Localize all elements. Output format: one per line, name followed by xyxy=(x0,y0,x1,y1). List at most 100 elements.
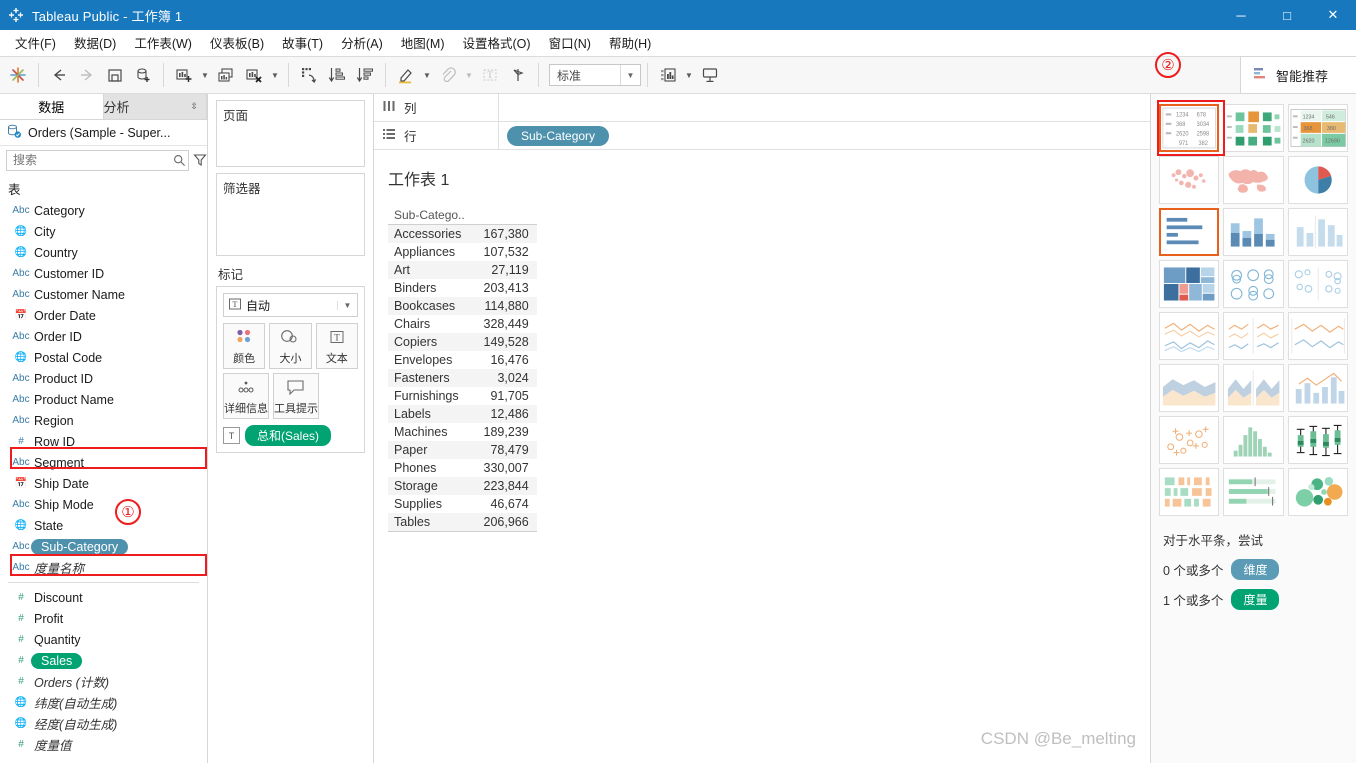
search-input[interactable] xyxy=(7,152,170,168)
sort-ascending-icon[interactable] xyxy=(323,60,351,90)
presentation-mode-icon[interactable] xyxy=(696,60,724,90)
field-profit[interactable]: # Profit xyxy=(0,608,207,629)
tableau-home-icon[interactable] xyxy=(4,60,32,90)
text-label-icon[interactable]: T xyxy=(476,60,504,90)
table-row[interactable]: Paper 78,479 xyxy=(388,441,537,459)
menu-map[interactable]: 地图(M) xyxy=(392,30,454,55)
table-row[interactable]: Supplies 46,674 xyxy=(388,495,537,513)
field-discount[interactable]: # Discount xyxy=(0,587,207,608)
marks-color-button[interactable]: 颜色 xyxy=(223,323,266,369)
marks-tooltip-button[interactable]: 工具提示 xyxy=(273,373,319,419)
table-row[interactable]: Furnishings 91,705 xyxy=(388,387,537,405)
table-row[interactable]: Envelopes 16,476 xyxy=(388,351,537,369)
swap-rows-columns-icon[interactable] xyxy=(295,60,323,90)
chevron-updown-icon[interactable]: ⇳ xyxy=(190,101,206,112)
table-row[interactable]: Chairs 328,449 xyxy=(388,315,537,333)
show-me-treemap[interactable] xyxy=(1159,260,1220,308)
show-me-circle-views[interactable] xyxy=(1223,260,1284,308)
show-me-area-discrete[interactable] xyxy=(1223,364,1284,412)
field-customer-id[interactable]: Abc Customer ID xyxy=(0,263,207,284)
menu-story[interactable]: 故事(T) xyxy=(273,30,332,55)
show-me-scatter-plot[interactable] xyxy=(1159,416,1220,464)
pages-card-body[interactable] xyxy=(217,126,364,166)
show-me-lines-discrete[interactable] xyxy=(1223,312,1284,360)
new-worksheet-caret-icon[interactable]: ▼ xyxy=(198,60,212,90)
field-country[interactable]: 🌐 Country xyxy=(0,242,207,263)
field-sales[interactable]: # Sales xyxy=(0,650,207,671)
table-row[interactable]: Bookcases 114,880 xyxy=(388,297,537,315)
clear-sheet-icon[interactable] xyxy=(240,60,268,90)
table-row[interactable]: Machines 189,239 xyxy=(388,423,537,441)
show-me-packed-bubbles[interactable] xyxy=(1287,468,1348,516)
menu-file[interactable]: 文件(F) xyxy=(6,30,65,55)
search-box[interactable] xyxy=(6,149,189,171)
table-row[interactable]: Fasteners 3,024 xyxy=(388,369,537,387)
save-icon[interactable] xyxy=(101,60,129,90)
show-me-tab[interactable]: 智能推荐 xyxy=(1240,56,1356,94)
show-me-side-by-side-bars[interactable] xyxy=(1287,208,1348,256)
field-customer-name[interactable]: Abc Customer Name xyxy=(0,284,207,305)
table-row[interactable]: Phones 330,007 xyxy=(388,459,537,477)
duplicate-sheet-icon[interactable] xyxy=(212,60,240,90)
menu-worksheet[interactable]: 工作表(W) xyxy=(125,30,201,55)
filters-card-body[interactable] xyxy=(217,199,364,255)
highlighter-icon[interactable] xyxy=(392,60,420,90)
field-ship-mode[interactable]: Abc Ship Mode xyxy=(0,494,207,515)
filter-funnel-icon[interactable] xyxy=(193,153,207,167)
field-orders-count[interactable]: # Orders (计数) xyxy=(0,671,207,692)
show-me-pie-chart[interactable] xyxy=(1287,156,1348,204)
chevron-down-icon[interactable]: ▼ xyxy=(337,300,357,310)
marks-detail-button[interactable]: 详细信息 xyxy=(223,373,269,419)
table-row[interactable]: Accessories 167,380 xyxy=(388,224,537,243)
field-postal-code[interactable]: 🌐 Postal Code xyxy=(0,347,207,368)
field-region[interactable]: Abc Region xyxy=(0,410,207,431)
show-me-gantt[interactable] xyxy=(1159,468,1220,516)
table-row[interactable]: Art 27,119 xyxy=(388,261,537,279)
show-me-histogram[interactable] xyxy=(1223,416,1284,464)
field-latitude[interactable]: 🌐 纬度(自动生成) xyxy=(0,692,207,713)
field-state[interactable]: 🌐 State xyxy=(0,515,207,536)
back-arrow-icon[interactable] xyxy=(45,60,73,90)
attach-caret-icon[interactable]: ▼ xyxy=(462,60,476,90)
field-category[interactable]: Abc Category xyxy=(0,200,207,221)
field-row-id[interactable]: # Row ID xyxy=(0,431,207,452)
mark-type-select[interactable]: T 自动 ▼ xyxy=(223,293,358,317)
show-me-heat-map[interactable] xyxy=(1223,104,1284,152)
field-segment[interactable]: Abc Segment xyxy=(0,452,207,473)
table-row[interactable]: Tables 206,966 xyxy=(388,513,537,532)
rows-pill-sub-category[interactable]: Sub-Category xyxy=(507,125,610,146)
show-me-filled-map[interactable] xyxy=(1223,156,1284,204)
show-me-text-table[interactable]: 1234 678 368 3034 2620 2598 971 382 xyxy=(1159,104,1220,152)
show-me-dual-lines[interactable] xyxy=(1287,312,1348,360)
table-row[interactable]: Binders 203,413 xyxy=(388,279,537,297)
chevron-down-icon[interactable]: ▼ xyxy=(620,65,640,85)
show-me-dual-combination[interactable] xyxy=(1287,364,1348,412)
attach-icon[interactable] xyxy=(434,60,462,90)
show-me-box-and-whisker[interactable] xyxy=(1287,416,1348,464)
maximize-button[interactable]: □ xyxy=(1264,0,1310,30)
show-me-symbol-map[interactable] xyxy=(1159,156,1220,204)
field-order-id[interactable]: Abc Order ID xyxy=(0,326,207,347)
rows-shelf-drop[interactable]: Sub-Category xyxy=(499,122,1150,150)
show-me-side-by-side-circles[interactable] xyxy=(1287,260,1348,308)
columns-shelf-drop[interactable] xyxy=(499,94,1150,122)
menu-window[interactable]: 窗口(N) xyxy=(540,30,600,55)
show-me-bullet-graph[interactable] xyxy=(1223,468,1284,516)
tab-data[interactable]: 数据 xyxy=(0,94,104,119)
forward-arrow-icon[interactable] xyxy=(73,60,101,90)
marks-size-button[interactable]: 大小 xyxy=(269,323,312,369)
menu-format[interactable]: 设置格式(O) xyxy=(454,30,540,55)
fit-select[interactable]: 标准 ▼ xyxy=(549,64,641,86)
tab-analytics[interactable]: 分析 ⇳ xyxy=(103,94,207,119)
sort-descending-icon[interactable] xyxy=(351,60,379,90)
show-me-horizontal-bars[interactable] xyxy=(1159,208,1220,256)
field-longitude[interactable]: 🌐 经度(自动生成) xyxy=(0,713,207,734)
show-me-stacked-bars[interactable] xyxy=(1223,208,1284,256)
field-ship-date[interactable]: 📅 Ship Date xyxy=(0,473,207,494)
field-measure-values[interactable]: # 度量值 xyxy=(0,734,207,755)
show-me-highlight-table[interactable]: 1234 546 368 380 2620 12690 xyxy=(1287,104,1348,152)
highlighter-caret-icon[interactable]: ▼ xyxy=(420,60,434,90)
datasource-row[interactable]: Orders (Sample - Super... xyxy=(0,120,207,146)
show-cards-icon[interactable] xyxy=(654,60,682,90)
col-header-sub-category[interactable]: Sub-Catego.. xyxy=(388,206,473,225)
